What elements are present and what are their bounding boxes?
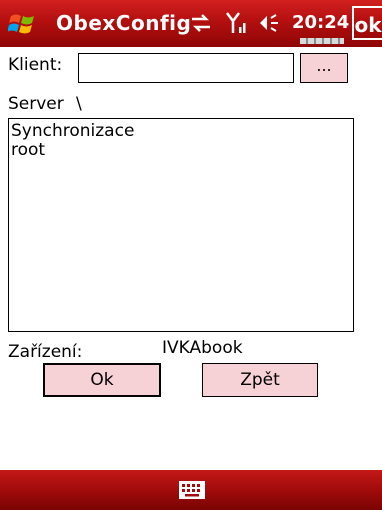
title-bar: ObexConfig 20:24 ok — [0, 0, 382, 47]
signal-icon[interactable] — [226, 11, 248, 35]
list-item[interactable]: Synchronizace — [9, 119, 353, 141]
client-input[interactable] — [78, 53, 294, 83]
device-value: IVKAbook — [162, 338, 243, 358]
keyboard-icon[interactable] — [179, 481, 205, 499]
app-title: ObexConfig — [56, 11, 192, 35]
server-label: Server — [8, 94, 64, 114]
connectivity-icon[interactable] — [190, 13, 212, 33]
client-label: Klient: — [8, 55, 63, 75]
windows-start-icon[interactable] — [8, 9, 38, 39]
clock[interactable]: 20:24 — [292, 12, 349, 33]
battery-icon — [300, 38, 344, 44]
ok-button[interactable]: Ok — [43, 363, 161, 397]
server-path: \ — [76, 94, 82, 114]
server-listbox[interactable]: Synchronizace root — [8, 118, 354, 332]
browse-button[interactable]: ... — [300, 53, 348, 83]
volume-icon[interactable] — [258, 12, 280, 34]
title-ok-button[interactable]: ok — [352, 6, 382, 40]
device-label: Zařízení: — [8, 342, 83, 362]
list-item[interactable]: root — [9, 141, 353, 160]
back-button[interactable]: Zpět — [202, 363, 318, 397]
menu-bar — [0, 470, 382, 510]
